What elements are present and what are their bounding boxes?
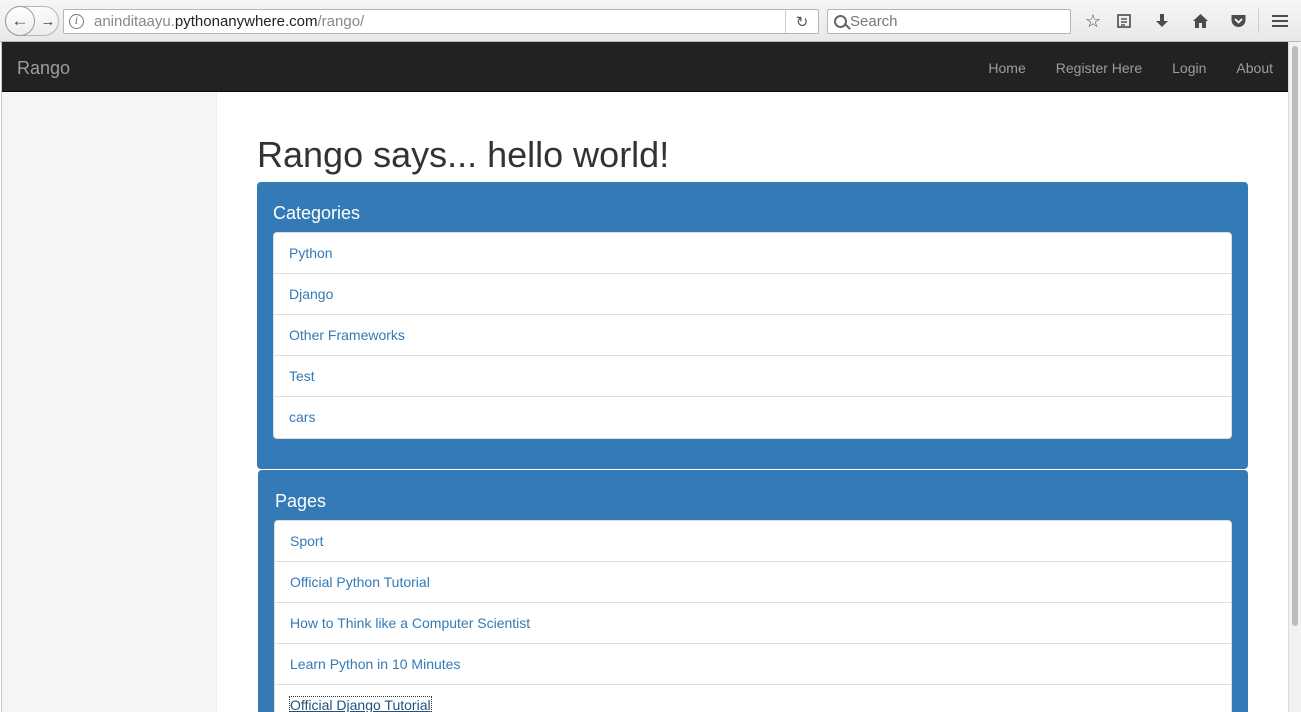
page-viewport: Rango Home Register Here Login About Ran…: [1, 42, 1288, 712]
category-item-test[interactable]: Test: [274, 356, 1231, 397]
download-icon[interactable]: [1149, 8, 1175, 34]
search-input[interactable]: [850, 12, 1060, 31]
list-item-label[interactable]: Learn Python in 10 Minutes: [290, 656, 460, 672]
search-icon: [834, 15, 847, 28]
url-bar[interactable]: i aninditaayu.pythonanywhere.com/rango/ …: [63, 9, 819, 34]
site-navbar: Rango Home Register Here Login About: [2, 42, 1288, 92]
browser-toolbar: ← → i aninditaayu.pythonanywhere.com/ran…: [0, 0, 1301, 42]
url-text[interactable]: aninditaayu.pythonanywhere.com/rango/: [94, 13, 364, 30]
category-item-cars[interactable]: cars: [274, 397, 1231, 438]
hamburger-menu-icon[interactable]: [1267, 8, 1293, 34]
navigation-buttons: ← →: [5, 6, 59, 36]
scrollbar-thumb[interactable]: [1292, 46, 1298, 626]
bookmark-star-icon[interactable]: ☆: [1080, 8, 1106, 34]
list-item-label[interactable]: cars: [289, 409, 315, 425]
info-icon[interactable]: i: [69, 14, 84, 29]
url-path: /rango/: [317, 13, 365, 30]
category-item-other-frameworks[interactable]: Other Frameworks: [274, 315, 1231, 356]
nav-link-login[interactable]: Login: [1157, 42, 1221, 92]
categories-list: Python Django Other Frameworks Test cars: [273, 232, 1232, 439]
list-item-label[interactable]: How to Think like a Computer Scientist: [290, 615, 530, 631]
pages-panel: Pages Sport Official Python Tutorial How…: [258, 470, 1248, 712]
forward-button[interactable]: →: [37, 7, 59, 35]
category-item-python[interactable]: Python: [274, 233, 1231, 274]
forward-arrow-icon: →: [40, 12, 56, 30]
category-item-django[interactable]: Django: [274, 274, 1231, 315]
page-item-official-django-tutorial[interactable]: Official Django Tutorial: [275, 685, 1231, 712]
pages-heading: Pages: [275, 491, 327, 511]
page-item-sport[interactable]: Sport: [275, 521, 1231, 562]
toolbar-separator: [1258, 9, 1259, 33]
list-item-label[interactable]: Test: [289, 368, 315, 384]
list-item-label[interactable]: Other Frameworks: [289, 327, 405, 343]
pages-list: Sport Official Python Tutorial How to Th…: [274, 520, 1232, 712]
search-bar[interactable]: [827, 9, 1071, 34]
back-button[interactable]: ←: [5, 6, 35, 36]
url-domain: pythonanywhere.com: [174, 13, 318, 30]
back-arrow-icon: ←: [11, 11, 29, 30]
list-item-label[interactable]: Sport: [290, 533, 323, 549]
reload-button[interactable]: ↻: [785, 10, 818, 33]
nav-link-register[interactable]: Register Here: [1041, 42, 1157, 92]
categories-heading: Categories: [273, 203, 361, 223]
nav-link-about[interactable]: About: [1221, 42, 1288, 92]
reading-list-icon[interactable]: [1111, 8, 1137, 34]
list-item-label[interactable]: Official Django Tutorial: [289, 696, 432, 712]
page-item-official-python-tutorial[interactable]: Official Python Tutorial: [275, 562, 1231, 603]
navbar-brand[interactable]: Rango: [17, 58, 70, 79]
categories-panel: Categories Python Django Other Framework…: [257, 182, 1248, 469]
url-subdomain: aninditaayu.: [94, 13, 175, 30]
page-item-think-like-computer-scientist[interactable]: How to Think like a Computer Scientist: [275, 603, 1231, 644]
nav-link-home[interactable]: Home: [973, 42, 1040, 92]
navbar-links: Home Register Here Login About: [973, 42, 1288, 92]
page-title: Rango says... hello world!: [257, 134, 670, 175]
pocket-icon[interactable]: [1225, 8, 1251, 34]
page-item-learn-python-10-minutes[interactable]: Learn Python in 10 Minutes: [275, 644, 1231, 685]
reload-icon: ↻: [795, 13, 809, 31]
vertical-scrollbar[interactable]: [1288, 42, 1301, 712]
home-icon[interactable]: [1187, 8, 1213, 34]
list-item-label[interactable]: Django: [289, 286, 333, 302]
sidebar: [2, 92, 217, 712]
list-item-label[interactable]: Official Python Tutorial: [290, 574, 430, 590]
list-item-label[interactable]: Python: [289, 245, 333, 261]
